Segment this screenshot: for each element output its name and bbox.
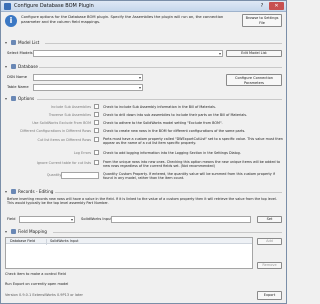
set-button[interactable]: Set [257, 216, 282, 223]
options-title: Options [18, 96, 35, 101]
quantity-property-input[interactable] [61, 172, 99, 179]
option-label: Different Configurations in Different Ro… [20, 129, 91, 133]
control-field-note: Check item to make a control Field [5, 272, 66, 276]
export-button[interactable]: Export [257, 291, 282, 300]
option-description: Check to add logging information into th… [103, 151, 241, 155]
option-label: Cut list items on Different Rows [37, 138, 91, 142]
configure-connection-button[interactable]: Configure Connection Parameters [226, 74, 282, 86]
log-errors-checkbox[interactable] [94, 150, 99, 155]
model-list-title: Model List [18, 40, 40, 45]
option-description: Check to adhere to the SolidWorks model … [103, 121, 223, 125]
divider [39, 67, 282, 68]
column-header[interactable]: SolidWorks Input [50, 239, 78, 243]
option-description: Check to include Sub Assembly informatio… [103, 105, 216, 109]
remove-mapping-button[interactable]: Remove [257, 262, 282, 269]
option-description: Check to drill down into sub assemblies … [103, 113, 248, 117]
close-button[interactable]: ✕ [269, 2, 284, 10]
chevron-down-icon: ▾ [5, 64, 8, 69]
solidworks-input-field[interactable] [111, 216, 251, 223]
option-description: From the unique rows into new ones. Chec… [103, 160, 281, 168]
database-icon [11, 64, 16, 69]
records-icon [11, 189, 16, 194]
option-label: Log Errors [73, 151, 91, 155]
field-mapping-group-header[interactable]: ▾ Field Mapping [3, 228, 284, 235]
options-icon [11, 96, 16, 101]
option-description: Check to create new rows in the BOM for … [103, 129, 246, 133]
model-list-group-header[interactable]: ▾ Model List [3, 39, 284, 46]
database-group-header[interactable]: ▾ Database [3, 63, 284, 70]
ignore-current-table-checkbox[interactable] [94, 160, 99, 165]
field-mapping-icon [11, 229, 16, 234]
records-group-header[interactable]: ▾ Records - Editing [3, 188, 284, 195]
dsn-label: DSN Name [7, 75, 27, 79]
chevron-down-icon: ▾ [218, 51, 221, 56]
chevron-down-icon: ▾ [5, 229, 8, 234]
option-label: Traverse Sub Assemblies [48, 113, 91, 117]
divider [37, 99, 282, 100]
database-title: Database [18, 64, 38, 69]
column-header[interactable]: Database Field [10, 239, 35, 243]
field-dropdown[interactable]: ▾ [19, 216, 75, 223]
exclude-from-bom-checkbox[interactable] [94, 120, 99, 125]
chevron-down-icon: ▾ [5, 189, 8, 194]
field-mapping-table[interactable]: Database Field SolidWorks Input [5, 237, 253, 269]
cut-list-rows-checkbox[interactable] [94, 137, 99, 142]
add-mapping-button[interactable]: Add [257, 238, 282, 245]
solidworks-input-label: SolidWorks Input [81, 217, 112, 221]
options-group-header[interactable]: ▾ Options [3, 95, 284, 102]
different-configurations-checkbox[interactable] [94, 128, 99, 133]
edit-model-list-button[interactable]: Edit Model List [226, 50, 282, 57]
chevron-down-icon: ▾ [138, 75, 141, 80]
records-description: Before inserting records new rows will h… [7, 197, 278, 205]
column-divider [46, 239, 47, 245]
option-label: Use SolidWorks Exclude From BOM [32, 121, 91, 125]
app-icon [4, 3, 11, 10]
field-mapping-title: Field Mapping [18, 229, 47, 234]
configure-dialog: Configure Database BOM Plugin ? ✕ i Conf… [0, 0, 287, 304]
title-bar: Configure Database BOM Plugin ? ✕ [1, 1, 286, 12]
chevron-down-icon: ▾ [138, 85, 141, 90]
divider [55, 192, 282, 193]
divider [45, 43, 282, 44]
chevron-down-icon: ▾ [5, 40, 8, 45]
option-description: Quantity Custom Property. If entered, th… [103, 172, 275, 180]
traverse-sub-assemblies-checkbox[interactable] [94, 112, 99, 117]
window-title: Configure Database BOM Plugin [14, 3, 94, 9]
select-models-label: Select Models [7, 51, 33, 55]
table-label: Table Name [7, 85, 29, 89]
run-export-label: Run Export on currently open model [5, 282, 69, 286]
version-text: Version 0.9.0.1 ExtensiWorks 0.9P13 or l… [5, 293, 83, 297]
chevron-down-icon: ▾ [5, 96, 8, 101]
table-header: Database Field SolidWorks Input [6, 238, 252, 245]
divider [53, 232, 282, 233]
dsn-dropdown[interactable]: ▾ [33, 74, 143, 81]
table-dropdown[interactable]: ▾ [33, 84, 143, 91]
info-icon: i [5, 15, 17, 27]
chevron-down-icon: ▾ [70, 217, 73, 222]
browse-settings-button[interactable]: Browse to Settings File [242, 14, 282, 27]
option-label: Ignore Current table for cut lists [36, 161, 91, 165]
records-title: Records - Editing [18, 189, 54, 194]
select-models-dropdown[interactable]: ▾ [33, 50, 223, 57]
option-label: Include Sub Assemblies [50, 105, 91, 109]
field-label: Field [7, 217, 16, 221]
info-text: Configure options for the Database BOM p… [21, 15, 224, 24]
option-description: Parts must have a custom property called… [103, 137, 283, 145]
help-button[interactable]: ? [256, 2, 268, 10]
model-list-icon [11, 40, 16, 45]
include-sub-assemblies-checkbox[interactable] [94, 104, 99, 109]
